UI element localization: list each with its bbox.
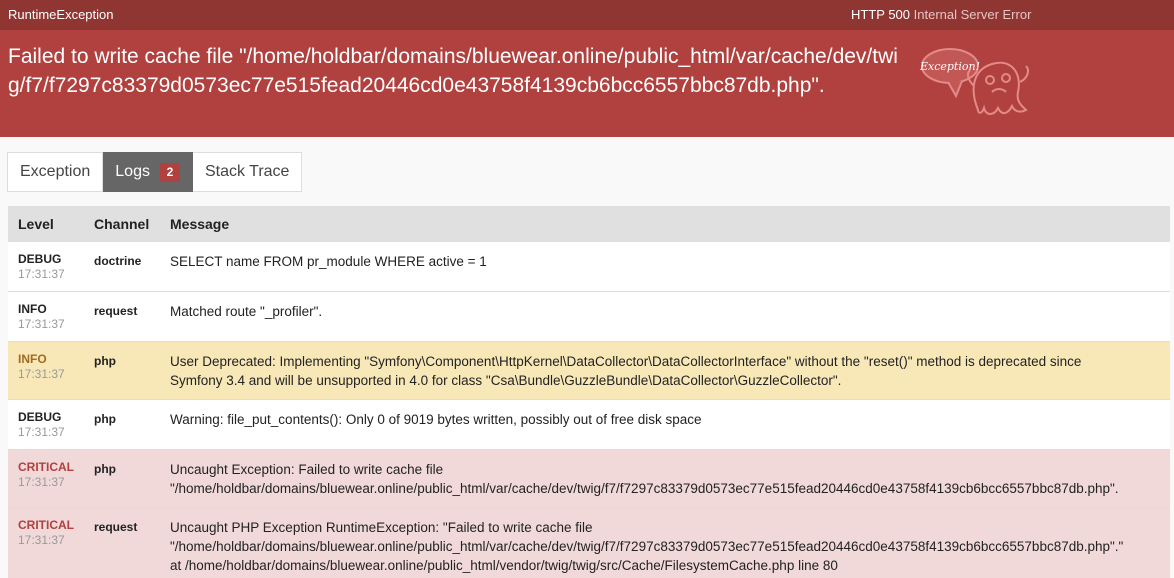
tab-exception[interactable]: Exception	[7, 152, 104, 192]
tab-stack-trace[interactable]: Stack Trace	[192, 152, 303, 192]
log-channel: doctrine	[84, 242, 160, 292]
column-header-message: Message	[160, 206, 1170, 242]
tab-logs[interactable]: Logs 2	[103, 152, 193, 192]
log-level: CRITICAL	[18, 460, 74, 474]
log-time: 17:31:37	[18, 267, 65, 281]
log-channel: php	[84, 399, 160, 450]
status-text: Internal Server Error	[913, 7, 1032, 22]
log-row: CRITICAL 17:31:37 php Uncaught Exception:…	[8, 449, 1170, 508]
log-channel: request	[84, 291, 160, 342]
tab-label: Exception	[20, 163, 91, 180]
log-time: 17:31:37	[18, 533, 65, 547]
log-message-line: Uncaught PHP Exception RuntimeException:…	[170, 520, 593, 535]
log-time: 17:31:37	[18, 475, 65, 489]
log-message-line: Symfony 3.4 and will be unsupported in 4…	[170, 373, 842, 388]
tab-label: Logs	[115, 163, 150, 180]
log-message: SELECT name FROM pr_module WHERE active …	[170, 254, 487, 269]
log-channel: request	[84, 507, 160, 578]
log-message-line: "/home/holdbar/domains/bluewear.online/p…	[170, 481, 1119, 496]
log-message-line: User Deprecated: Implementing "Symfony\C…	[170, 354, 1082, 369]
exception-message: Failed to write cache file "/home/holdba…	[8, 45, 898, 97]
tab-bar: Exception Logs 2 Stack Trace	[7, 152, 303, 192]
tab-label: Stack Trace	[204, 163, 290, 180]
log-level: CRITICAL	[18, 518, 74, 532]
log-time: 17:31:37	[18, 425, 65, 439]
column-header-channel: Channel	[84, 206, 160, 242]
column-header-level: Level	[8, 206, 84, 242]
log-message: Matched route "_profiler".	[170, 304, 323, 319]
log-time: 17:31:37	[18, 367, 65, 381]
log-row: DEBUG 17:31:37 doctrine SELECT name FROM …	[8, 242, 1170, 292]
log-row: DEBUG 17:31:37 php Warning: file_put_cont…	[8, 399, 1170, 450]
log-row: INFO 17:31:37 request Matched route "_pro…	[8, 291, 1170, 342]
log-level: INFO	[18, 352, 47, 366]
log-row: INFO 17:31:37 php User Deprecated: Implem…	[8, 341, 1170, 400]
logs-count-badge: 2	[159, 162, 180, 182]
mascot-label: Exception!	[919, 60, 980, 73]
logs-table: Level Channel Message DEBUG 17:31:37 doct…	[8, 206, 1170, 578]
log-message: Warning: file_put_contents(): Only 0 of …	[170, 412, 702, 427]
http-status: HTTP 500 Internal Server Error	[851, 7, 1031, 22]
log-message-line: at /home/holdbar/domains/bluewear.online…	[170, 558, 838, 573]
logs-header-row: Level Channel Message	[8, 206, 1170, 242]
status-code: HTTP 500	[851, 7, 911, 22]
exception-class: RuntimeException	[8, 7, 114, 22]
exception-ghost-icon: Exception!	[919, 48, 1029, 115]
log-channel: php	[84, 341, 160, 400]
log-message-line: Uncaught Exception: Failed to write cach…	[170, 462, 444, 477]
log-row: CRITICAL 17:31:37 request Uncaught PHP Ex…	[8, 507, 1170, 578]
log-channel: php	[84, 449, 160, 508]
log-level: INFO	[18, 302, 47, 316]
top-bar: RuntimeException HTTP 500 Internal Serve…	[0, 0, 1174, 30]
exception-header: Failed to write cache file "/home/holdba…	[0, 30, 1174, 137]
log-message-line: "/home/holdbar/domains/bluewear.online/p…	[170, 539, 1124, 554]
log-level: DEBUG	[18, 252, 62, 266]
log-time: 17:31:37	[18, 317, 65, 331]
log-level: DEBUG	[18, 410, 62, 424]
